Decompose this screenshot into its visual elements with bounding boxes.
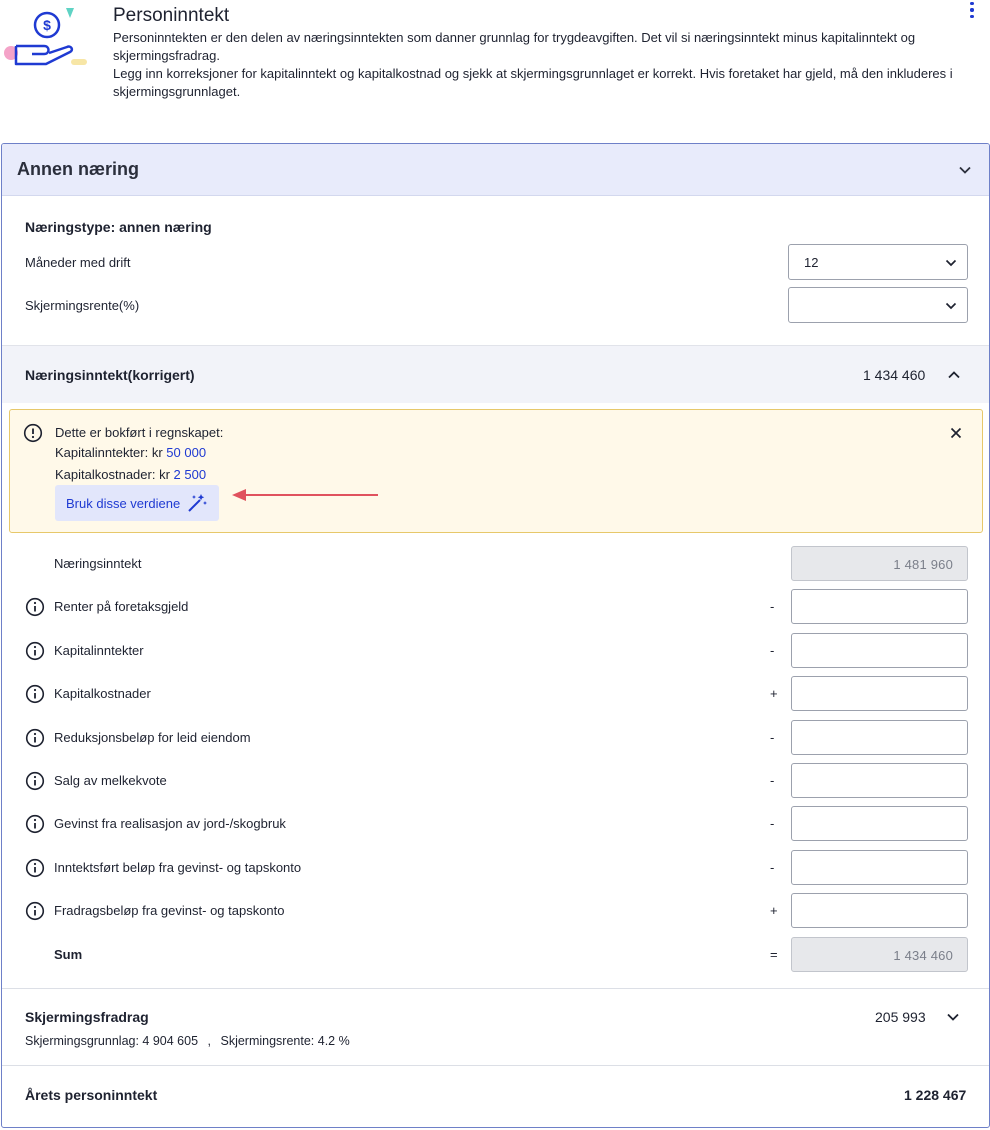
skjermingsgrunnlag-info: Skjermingsgrunnlag: 4 904 605 , Skjermin…: [25, 1034, 350, 1048]
skjermingsrente-text: Skjermingsrente: 4.2 %: [220, 1034, 350, 1048]
info-icon[interactable]: [25, 728, 45, 748]
skjermingsrente-label: Skjermingsrente(%): [25, 298, 140, 313]
row-label: Fradragsbeløp fra gevinst- og tapskonto: [54, 903, 285, 918]
row-label: Renter på foretaksgjeld: [54, 599, 189, 614]
row-operator: -: [770, 730, 775, 745]
skjermingsfradrag-value: 205 993: [875, 1009, 926, 1025]
exclamation-circle-icon: [23, 423, 43, 443]
info-icon[interactable]: [25, 771, 45, 791]
info-icon[interactable]: [25, 814, 45, 834]
aarets-personinntekt-title: Årets personinntekt: [25, 1087, 158, 1103]
annen-naering-card: Annen næring Næringstype: annen næring M…: [1, 143, 990, 1128]
description-line-2: Legg inn korreksjoner for kapitalinntekt…: [113, 66, 953, 99]
row-operator: -: [770, 643, 775, 658]
amount-input[interactable]: [791, 806, 968, 841]
info-icon[interactable]: [25, 597, 45, 617]
row-operator: +: [770, 686, 778, 701]
amount-value: 1 481 960: [893, 557, 953, 572]
info-icon[interactable]: [25, 641, 45, 661]
row-operator: -: [770, 599, 775, 614]
amount-input[interactable]: [791, 633, 968, 668]
row-operator: -: [770, 773, 775, 788]
info-icon[interactable]: [25, 858, 45, 878]
bruk-disse-verdiene-label: Bruk disse verdiene: [66, 496, 181, 511]
row-label: Sum: [54, 947, 83, 962]
aarets-personinntekt-value: 1 228 467: [904, 1087, 967, 1103]
kapitalkostnader-value[interactable]: 2 500: [174, 467, 207, 482]
card-header[interactable]: Annen næring: [2, 144, 989, 196]
hand-with-coin-illustration: $: [4, 8, 87, 66]
card-title: Annen næring: [17, 159, 139, 179]
row-operator: =: [770, 947, 778, 962]
alert-kapitalinntekter: Kapitalinntekter: kr 50 000: [55, 445, 206, 460]
info-icon[interactable]: [25, 901, 45, 921]
page-header: $ Personinntekt Personinntekten er den d…: [0, 0, 990, 110]
readonly-amount-field: 1 481 960: [791, 546, 968, 581]
row-operator: +: [770, 903, 778, 918]
amount-input[interactable]: [791, 676, 968, 711]
naeringstype-label: Næringstype: annen næring: [25, 219, 212, 235]
maaneder-select[interactable]: 12: [788, 244, 968, 280]
skjermingsfradrag-title: Skjermingsfradrag: [25, 1009, 149, 1025]
svg-text:$: $: [43, 17, 51, 33]
readonly-amount-field: 1 434 460: [791, 937, 968, 972]
chevron-down-icon[interactable]: [958, 163, 972, 177]
amount-input[interactable]: [791, 850, 968, 885]
naeringsinntekt-section-title: Næringsinntekt(korrigert): [25, 367, 195, 383]
info-icon[interactable]: [25, 684, 45, 704]
magic-wand-icon: [188, 494, 207, 512]
info-separator: ,: [207, 1034, 211, 1048]
chevron-down-icon: [945, 259, 957, 267]
row-label: Inntektsført beløp fra gevinst- og tapsk…: [54, 860, 302, 875]
bokfort-alert: Dette er bokført i regnskapet: Kapitalin…: [9, 409, 983, 533]
skjermingsgrunnlag-text: Skjermingsgrunnlag: 4 904 605: [25, 1034, 199, 1048]
more-vertical-icon[interactable]: [962, 0, 982, 20]
section-divider: [2, 1065, 989, 1066]
skjermingsrente-select[interactable]: [788, 287, 968, 323]
alert-heading: Dette er bokført i regnskapet:: [55, 425, 224, 440]
row-label: Kapitalinntekter: [54, 643, 144, 658]
chevron-up-icon[interactable]: [947, 368, 961, 382]
amount-input[interactable]: [791, 589, 968, 624]
page-description: Personinntekten er den delen av næringsi…: [113, 29, 973, 101]
maaneder-value: 12: [804, 255, 819, 270]
amount-input[interactable]: [791, 893, 968, 928]
close-icon[interactable]: [949, 426, 963, 440]
row-label: Kapitalkostnader: [54, 686, 151, 701]
row-label: Gevinst fra realisasjon av jord-/skogbru…: [54, 816, 286, 831]
amount-input[interactable]: [791, 763, 968, 798]
amount-input[interactable]: [791, 720, 968, 755]
naeringsinntekt-section-header[interactable]: Næringsinntekt(korrigert) 1 434 460: [2, 345, 989, 403]
alert-kapitalkostnader: Kapitalkostnader: kr 2 500: [55, 467, 206, 482]
kapitalinntekter-prefix: Kapitalinntekter: kr: [55, 445, 167, 460]
row-label: Salg av melkekvote: [54, 773, 167, 788]
naeringsinntekt-total: 1 434 460: [863, 367, 926, 383]
kapitalkostnader-prefix: Kapitalkostnader: kr: [55, 467, 174, 482]
description-line-1: Personinntekten er den delen av næringsi…: [113, 30, 916, 63]
page-title: Personinntekt: [113, 5, 230, 26]
row-operator: -: [770, 860, 775, 875]
chevron-down-icon: [945, 302, 957, 310]
row-label: Næringsinntekt: [54, 556, 142, 571]
chevron-down-icon[interactable]: [946, 1010, 960, 1024]
section-divider: [2, 988, 989, 989]
annotation-arrow: [232, 489, 378, 501]
bruk-disse-verdiene-button[interactable]: Bruk disse verdiene: [55, 485, 219, 521]
maaneder-label: Måneder med drift: [25, 255, 131, 270]
row-label: Reduksjonsbeløp for leid eiendom: [54, 730, 251, 745]
row-operator: -: [770, 816, 775, 831]
kapitalinntekter-value[interactable]: 50 000: [166, 445, 206, 460]
amount-value: 1 434 460: [893, 948, 953, 963]
